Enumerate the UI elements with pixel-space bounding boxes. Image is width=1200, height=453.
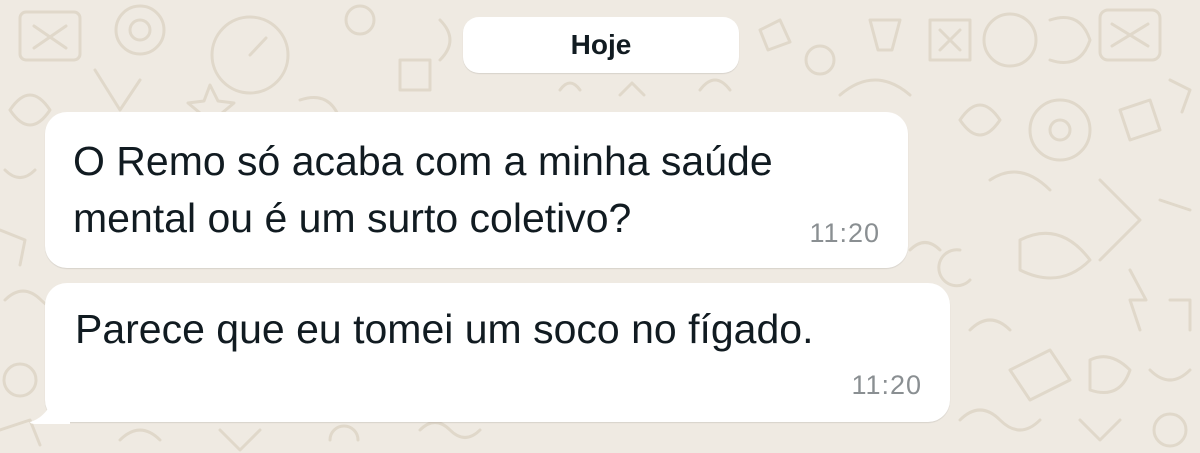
date-separator: Hoje <box>463 17 739 73</box>
chat-background: Hoje O Remo só acaba com a minha saúde m… <box>0 0 1200 453</box>
message-timestamp: 11:20 <box>851 370 922 400</box>
incoming-message-bubble[interactable]: O Remo só acaba com a minha saúde mental… <box>45 112 908 268</box>
message-timestamp: 11:20 <box>809 218 880 248</box>
date-label: Hoje <box>570 29 632 60</box>
message-line: mental ou é um surto coletivo? <box>73 195 632 241</box>
message-line: O Remo só acaba com a minha saúde <box>73 138 773 184</box>
message-text: Parece que eu tomei um soco no fígado. <box>75 301 813 358</box>
bubble-tail-icon <box>30 388 70 424</box>
incoming-message-bubble[interactable]: Parece que eu tomei um soco no fígado. 1… <box>45 283 950 422</box>
message-line: Parece que eu tomei um soco no fígado. <box>75 306 814 352</box>
message-text: O Remo só acaba com a minha saúde mental… <box>73 133 773 247</box>
